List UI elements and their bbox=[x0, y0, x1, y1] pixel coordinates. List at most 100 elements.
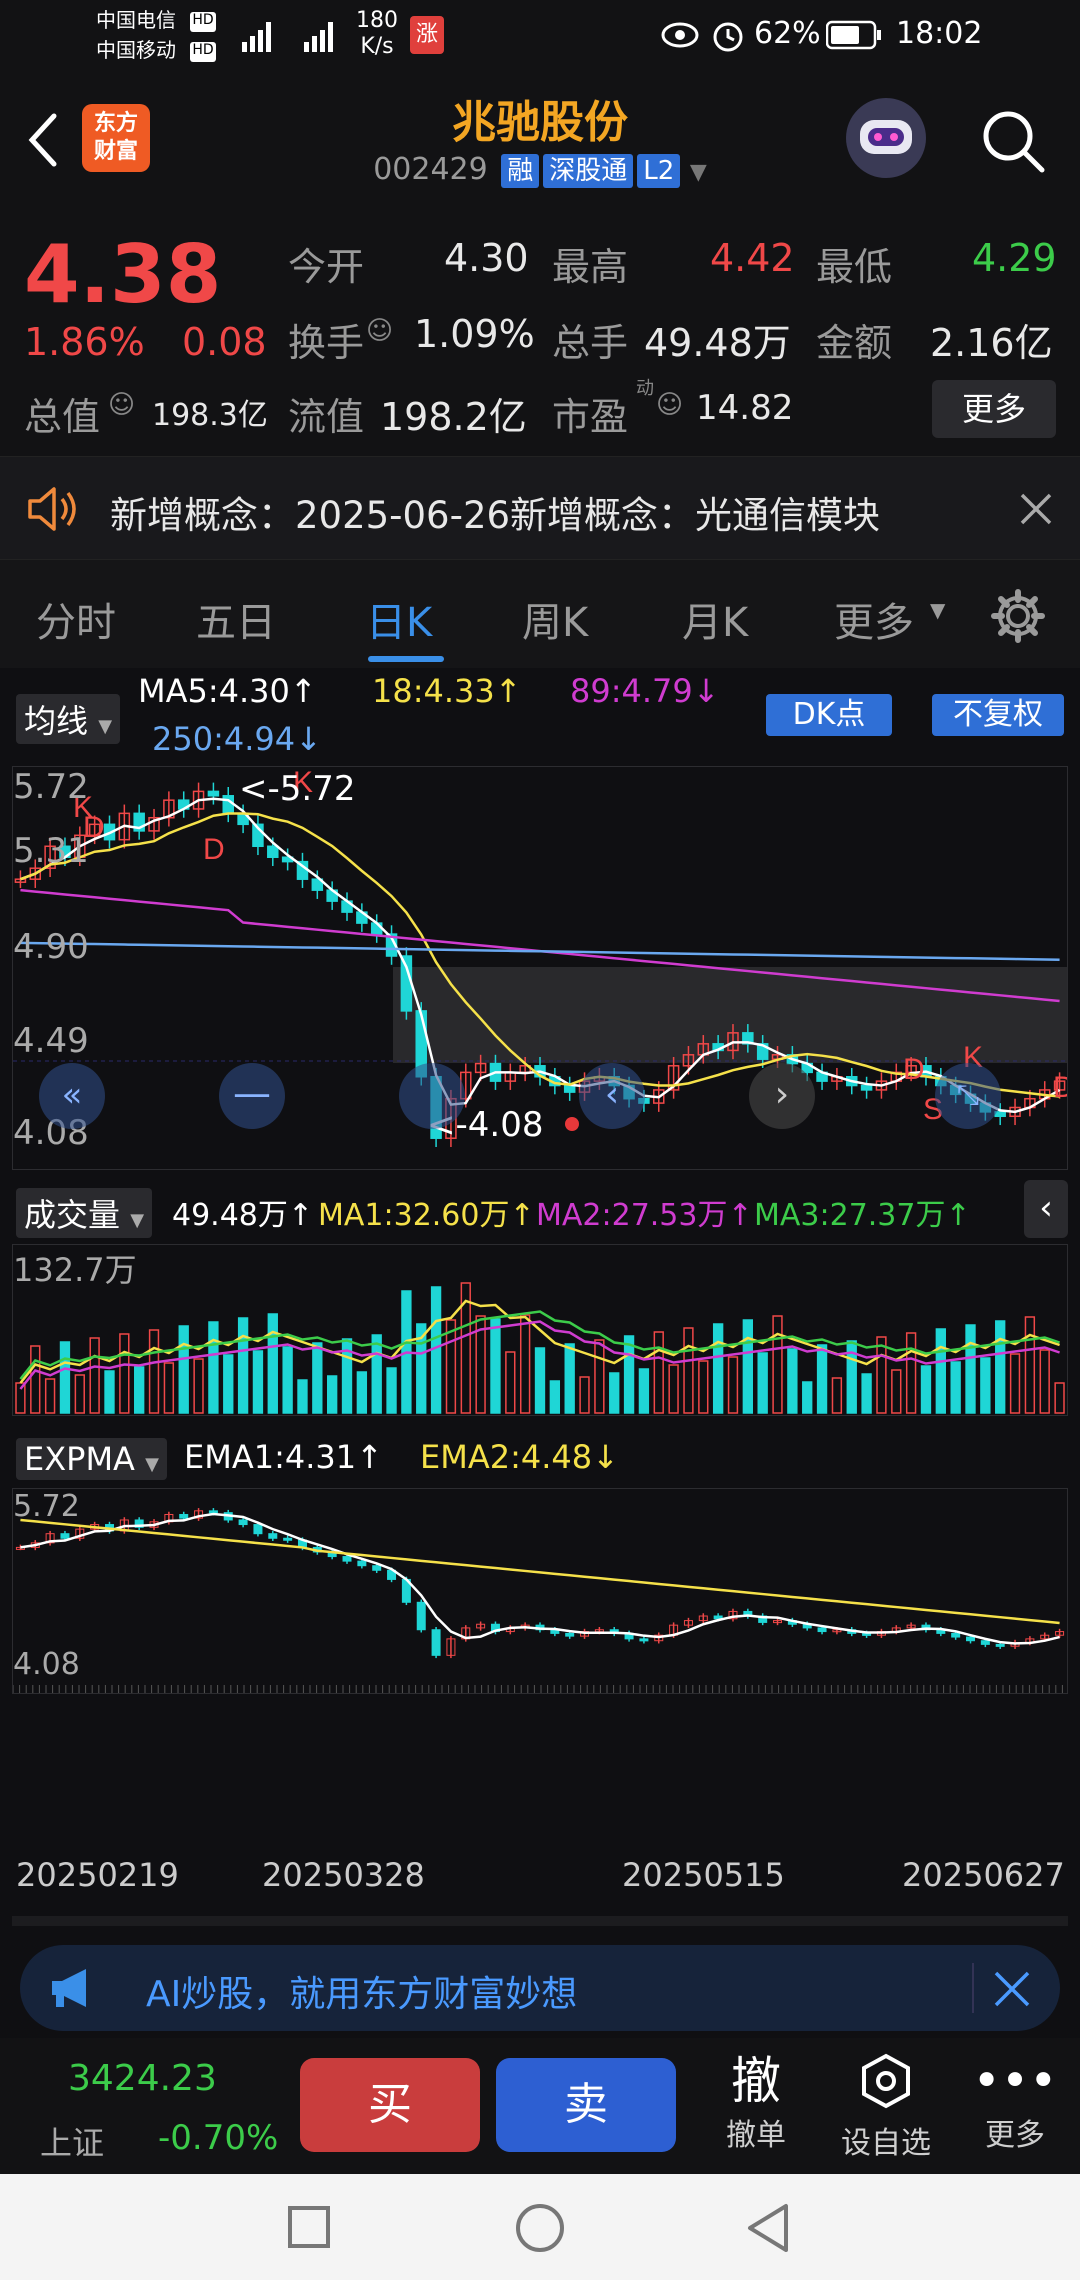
volume-pane[interactable]: 132.7万 bbox=[12, 1244, 1068, 1416]
more-quote-button[interactable]: 更多 bbox=[932, 380, 1056, 438]
settings-gear-icon[interactable] bbox=[990, 588, 1046, 644]
scroll-fast-left-icon[interactable]: « bbox=[39, 1063, 105, 1129]
kline-pane[interactable]: KDDKDKSD 5.72 5.31 4.90 4.49 4.08 <-5.72… bbox=[12, 766, 1068, 1170]
candle bbox=[563, 1084, 576, 1093]
volume-bar bbox=[742, 1319, 754, 1414]
volume-bar bbox=[727, 1356, 739, 1414]
tab-daily-k[interactable]: 日K bbox=[366, 590, 432, 648]
volume-bar bbox=[30, 1345, 41, 1414]
scroll-right-icon[interactable]: › bbox=[749, 1063, 815, 1129]
info-icon[interactable]: ☺ bbox=[656, 390, 683, 420]
volume-indicator-select[interactable]: 成交量 ▼ bbox=[16, 1188, 153, 1238]
search-icon[interactable] bbox=[978, 106, 1048, 176]
signal-mark: D bbox=[903, 1053, 925, 1086]
expma-pane[interactable]: 5.72 4.08 bbox=[12, 1488, 1068, 1694]
volume-bar bbox=[668, 1364, 679, 1414]
turnover-label: 换手 bbox=[288, 321, 365, 365]
pe-value: 14.82 bbox=[696, 388, 794, 428]
volume-bar bbox=[698, 1360, 709, 1414]
concept-notice[interactable]: 新增概念：2025-06-26新增概念：光通信模块 bbox=[0, 456, 1080, 560]
volume-bar bbox=[861, 1373, 872, 1414]
volume-bar bbox=[1024, 1316, 1036, 1414]
buy-button[interactable]: 买 bbox=[300, 2058, 480, 2152]
info-icon[interactable]: ☺ bbox=[366, 316, 393, 346]
expma-candle bbox=[817, 1627, 827, 1633]
tab-more[interactable]: 更多 bbox=[834, 590, 914, 648]
ma-indicator-select[interactable]: 均线 ▼ bbox=[16, 694, 121, 744]
volume-bar bbox=[935, 1328, 946, 1414]
index-value[interactable]: 3424.23 bbox=[68, 2058, 217, 2099]
volume-bar bbox=[134, 1366, 145, 1414]
expma-candle bbox=[431, 1629, 441, 1656]
scroll-left-icon[interactable]: ‹ bbox=[579, 1063, 645, 1129]
volume-bar bbox=[757, 1352, 768, 1414]
volume-bar bbox=[148, 1329, 160, 1414]
index-change[interactable]: -0.70% bbox=[158, 2118, 278, 2158]
no-adjust-button[interactable]: 不复权 bbox=[932, 694, 1064, 736]
volume-bar bbox=[505, 1351, 516, 1414]
volume-bar bbox=[356, 1371, 368, 1414]
market-cap-label: 总值 bbox=[24, 395, 101, 439]
expma-indicator-select[interactable]: EXPMA ▼ bbox=[16, 1438, 167, 1480]
recent-apps-icon[interactable] bbox=[288, 2206, 330, 2248]
robot-assistant-icon[interactable] bbox=[846, 98, 926, 178]
tab-five-day[interactable]: 五日 bbox=[196, 590, 276, 648]
more-menu-button[interactable]: ••• 更多 bbox=[970, 2052, 1060, 2154]
float-cap-value: 198.2亿 bbox=[380, 395, 527, 439]
volume-ma1: MA1:32.60万↑ bbox=[318, 1198, 535, 1233]
expma-candle bbox=[179, 1513, 189, 1519]
volume-bar bbox=[802, 1381, 813, 1414]
notice-text: 新增概念：2025-06-26新增概念：光通信模块 bbox=[110, 494, 881, 537]
chart-bottom-divider bbox=[12, 1916, 1068, 1926]
volume-bar bbox=[1039, 1349, 1050, 1414]
add-watchlist-button[interactable]: 设自选 bbox=[830, 2052, 942, 2162]
pe-superscript: 动 bbox=[636, 378, 654, 399]
expma-candle bbox=[966, 1636, 976, 1642]
high-value: 4.42 bbox=[710, 236, 795, 280]
volume-bar bbox=[386, 1367, 397, 1414]
battery-percent: 62% bbox=[754, 16, 821, 51]
ma250-line bbox=[20, 941, 1060, 962]
zoom-in-icon[interactable] bbox=[399, 1063, 465, 1129]
volume-bar bbox=[371, 1334, 382, 1414]
dk-point-button[interactable]: DK点 bbox=[766, 694, 892, 736]
volume-bar bbox=[980, 1357, 991, 1414]
ai-promo-bar[interactable]: AI炒股，就用东方财富妙想 bbox=[20, 1945, 1060, 2031]
tab-monthly-k[interactable]: 月K bbox=[682, 590, 748, 648]
active-tab-indicator bbox=[368, 656, 444, 662]
volume-bar bbox=[119, 1333, 130, 1414]
sell-button[interactable]: 卖 bbox=[496, 2058, 676, 2152]
candle bbox=[860, 1084, 873, 1091]
tab-intraday[interactable]: 分时 bbox=[36, 590, 116, 648]
float-cap-label: 流值 bbox=[288, 395, 365, 439]
expma-candle bbox=[268, 1533, 278, 1539]
volume-bar bbox=[816, 1344, 828, 1414]
chevron-down-icon: ▼ bbox=[930, 598, 946, 622]
index-name[interactable]: 上证 bbox=[40, 2118, 104, 2164]
volume-bar bbox=[178, 1325, 189, 1414]
volume-bar bbox=[876, 1336, 887, 1414]
volume-bar bbox=[579, 1376, 590, 1414]
volume-bar bbox=[223, 1354, 234, 1414]
zoom-out-icon[interactable]: — bbox=[219, 1063, 285, 1129]
fullscreen-icon[interactable]: ⤡ bbox=[935, 1063, 1001, 1129]
signal-icon bbox=[242, 22, 333, 52]
pe-label: 市盈 bbox=[552, 395, 629, 439]
collapse-arrow-icon[interactable]: ‹ bbox=[1024, 1180, 1068, 1238]
cancel-order-button[interactable]: 撤 撤单 bbox=[714, 2052, 798, 2154]
expma-y-bottom: 4.08 bbox=[13, 1647, 80, 1682]
turnover-value: 1.09% bbox=[414, 312, 535, 356]
ema1-value: EMA1:4.31↑ bbox=[184, 1438, 383, 1476]
chart-area: 均线 ▼ MA5:4.30↑ 18:4.33↑ 89:4.79↓ 250:4.9… bbox=[0, 668, 1080, 1930]
signal-mark: D bbox=[1053, 1071, 1067, 1104]
close-icon[interactable] bbox=[992, 1969, 1032, 2009]
info-icon[interactable]: ☺ bbox=[108, 390, 135, 420]
close-icon[interactable] bbox=[1018, 491, 1054, 527]
back-icon[interactable] bbox=[746, 2202, 790, 2254]
period-tabs: 分时 五日 日K 周K 月K 更多 ▼ bbox=[0, 560, 1080, 668]
ma5-value: MA5:4.30↑ bbox=[138, 672, 317, 710]
expma-candle bbox=[238, 1519, 248, 1526]
home-icon[interactable] bbox=[516, 2204, 564, 2252]
tab-weekly-k[interactable]: 周K bbox=[522, 590, 588, 648]
volume-chart bbox=[15, 1282, 1065, 1414]
